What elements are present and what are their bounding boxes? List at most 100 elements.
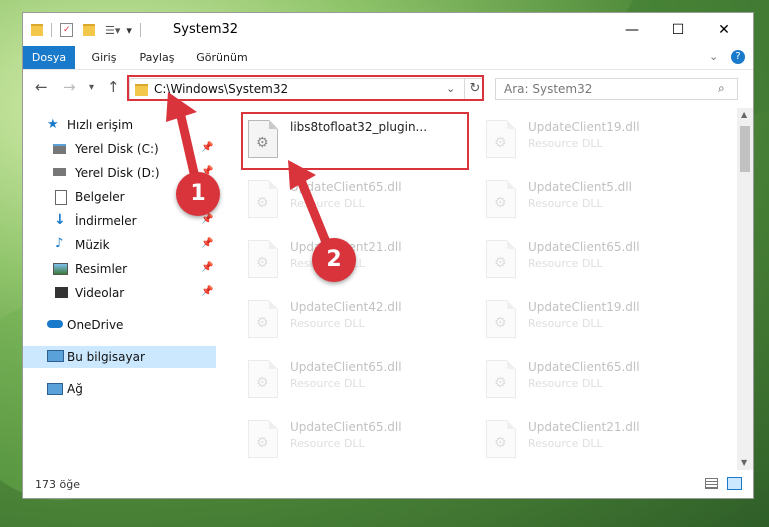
file-name: UpdateClient65.dll: [290, 420, 402, 434]
expand-ribbon-icon[interactable]: ⌄: [709, 50, 718, 63]
cloud-icon: [47, 320, 63, 328]
tab-file[interactable]: Dosya: [23, 46, 75, 69]
document-icon: [55, 190, 67, 205]
gear-icon: ⚙: [494, 435, 507, 451]
sidebar-item-label: İndirmeler: [75, 214, 137, 228]
file-type: Resource DLL: [290, 317, 365, 330]
step-badge-1: 1: [176, 172, 220, 216]
file-item[interactable]: ⚙ UpdateClient21.dll Resource DLL: [480, 414, 710, 468]
recent-chevron-icon[interactable]: ▾: [89, 82, 94, 93]
tab-view[interactable]: Görünüm: [191, 46, 253, 69]
file-name: UpdateClient65.dll: [528, 360, 640, 374]
dll-file-icon: ⚙: [486, 300, 516, 338]
folder-icon[interactable]: [31, 24, 43, 36]
scroll-down-icon[interactable]: ▼: [741, 458, 747, 467]
sidebar-item-label: Hızlı erişim: [67, 118, 134, 132]
sidebar-item-this-pc[interactable]: Bu bilgisayar: [23, 346, 216, 368]
sidebar-item-network[interactable]: Ağ: [23, 378, 216, 400]
back-arrow-icon[interactable]: ←: [35, 78, 48, 96]
file-item[interactable]: ⚙ UpdateClient65.dll Resource DLL: [242, 414, 472, 468]
chevron-down-icon[interactable]: ▾: [126, 24, 132, 37]
file-item[interactable]: ⚙UpdateClient21.dllResource DLL: [242, 234, 472, 290]
file-name: UpdateClient65.dll: [290, 360, 402, 374]
close-button[interactable]: ✕: [701, 13, 747, 46]
sidebar-item-label: Ağ: [67, 382, 83, 396]
minimize-button[interactable]: —: [609, 13, 655, 46]
scroll-up-icon[interactable]: ▲: [741, 110, 747, 119]
file-item[interactable]: ⚙ UpdateClient19.dll Resource DLL: [480, 114, 710, 170]
title-bar: ✓ ☰▾ ▾ System32 — ☐ ✕: [23, 13, 753, 46]
file-type: Resource DLL: [528, 437, 603, 450]
search-box[interactable]: Ara: System32 ⌕: [495, 78, 738, 100]
gear-icon: ⚙: [494, 375, 507, 391]
file-type: Resource DLL: [528, 197, 603, 210]
drive-icon: [53, 168, 66, 176]
film-icon: [53, 287, 68, 298]
file-highlight-box: [241, 112, 469, 170]
dll-file-icon: ⚙: [248, 240, 278, 278]
sidebar-item-quick-access[interactable]: ★ Hızlı erişim: [23, 114, 216, 136]
gear-icon: ⚙: [494, 135, 507, 151]
file-type: Resource DLL: [290, 437, 365, 450]
file-item[interactable]: ⚙ UpdateClient65.dll Resource DLL: [242, 354, 472, 410]
search-placeholder: Ara: System32: [504, 82, 593, 96]
new-folder-icon[interactable]: [83, 24, 95, 36]
download-arrow-icon: ↓: [54, 212, 66, 228]
file-item[interactable]: ⚙ UpdateClient65.dll Resource DLL: [242, 174, 472, 230]
file-item[interactable]: ⚙ UpdateClient65.dll Resource DLL: [480, 354, 710, 410]
pin-icon[interactable]: 📌: [201, 214, 213, 225]
tiles-view-icon[interactable]: [727, 477, 742, 490]
customize-icon[interactable]: ☰▾: [105, 24, 120, 37]
file-name: UpdateClient65.dll: [290, 180, 402, 194]
pin-icon[interactable]: 📌: [201, 262, 213, 273]
maximize-button[interactable]: ☐: [655, 13, 701, 46]
scrollbar-thumb[interactable]: [740, 126, 750, 172]
sidebar-item-onedrive[interactable]: OneDrive: [23, 314, 216, 336]
file-type: Resource DLL: [528, 257, 603, 270]
properties-icon[interactable]: ✓: [60, 23, 73, 37]
ribbon-tabs: Dosya Giriş Paylaş Görünüm ⌄ ?: [23, 46, 753, 70]
address-highlight-box: [127, 75, 484, 101]
music-note-icon: ♪: [55, 236, 64, 251]
sidebar-item-local-disk-c[interactable]: Yerel Disk (C:) 📌: [23, 138, 216, 160]
file-name: UpdateClient65.dll: [528, 240, 640, 254]
network-icon: [47, 383, 63, 395]
search-icon[interactable]: ⌕: [718, 81, 725, 96]
sidebar-item-label: Yerel Disk (D:): [75, 166, 160, 180]
sidebar-item-music[interactable]: ♪ Müzik 📌: [23, 234, 216, 256]
tab-home[interactable]: Giriş: [81, 46, 127, 69]
dll-file-icon: ⚙: [486, 420, 516, 458]
help-icon[interactable]: ?: [731, 50, 745, 64]
file-name: UpdateClient5.dll: [528, 180, 632, 194]
vertical-scrollbar[interactable]: ▲ ▼: [737, 108, 753, 470]
file-name: UpdateClient19.dll: [528, 300, 640, 314]
gear-icon: ⚙: [256, 195, 269, 211]
up-arrow-icon[interactable]: ↑: [107, 78, 120, 96]
file-type: Resource DLL: [528, 137, 603, 150]
pin-icon[interactable]: 📌: [201, 286, 213, 297]
navigation-pane: ★ Hızlı erişim Yerel Disk (C:) 📌 Yerel D…: [23, 108, 216, 468]
sidebar-item-label: Videolar: [75, 286, 125, 300]
file-name: UpdateClient19.dll: [528, 120, 640, 134]
gear-icon: ⚙: [256, 435, 269, 451]
dll-file-icon: ⚙: [486, 180, 516, 218]
file-item[interactable]: ⚙ UpdateClient5.dll Resource DLL: [480, 174, 710, 230]
sidebar-item-pictures[interactable]: Resimler 📌: [23, 258, 216, 280]
forward-arrow-icon[interactable]: →: [63, 78, 76, 96]
gear-icon: ⚙: [494, 315, 507, 331]
dll-file-icon: ⚙: [248, 360, 278, 398]
file-item[interactable]: ⚙ UpdateClient65.dll Resource DLL: [480, 234, 710, 290]
sidebar-item-label: Yerel Disk (C:): [75, 142, 159, 156]
sidebar-item-videos[interactable]: Videolar 📌: [23, 282, 216, 304]
pin-icon[interactable]: 📌: [201, 238, 213, 249]
file-explorer-window: ✓ ☰▾ ▾ System32 — ☐ ✕ Dosya Giriş Paylaş…: [22, 12, 754, 499]
file-item[interactable]: ⚙ UpdateClient42.dll Resource DLL: [242, 294, 472, 350]
file-name: UpdateClient21.dll: [528, 420, 640, 434]
pin-icon[interactable]: 📌: [201, 142, 213, 153]
tab-share[interactable]: Paylaş: [133, 46, 181, 69]
sidebar-item-label: OneDrive: [67, 318, 124, 332]
pictures-icon: [53, 263, 68, 275]
dll-file-icon: ⚙: [486, 360, 516, 398]
file-item[interactable]: ⚙ UpdateClient19.dll Resource DLL: [480, 294, 710, 350]
details-view-icon[interactable]: [705, 478, 718, 489]
